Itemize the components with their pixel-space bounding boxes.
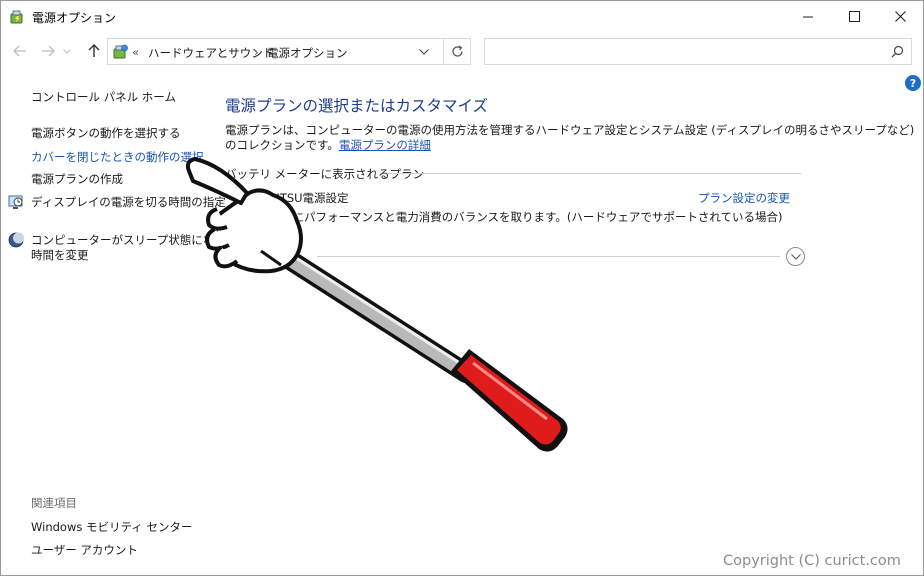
sidebar-item-lid-close[interactable]: カバーを閉じたときの動作の選択: [31, 149, 204, 165]
minimize-button[interactable]: [785, 1, 831, 32]
related-heading: 関連項目: [31, 496, 77, 510]
chevron-down-icon: [419, 49, 429, 55]
search-box[interactable]: [484, 38, 912, 65]
sleep-moon-icon: [8, 232, 24, 248]
page-title: 電源プランの選択またはカスタマイズ: [225, 97, 489, 115]
copyright-watermark: Copyright (C) curict.com: [723, 553, 901, 569]
related-mobility-center[interactable]: Windows モビリティ センター: [31, 519, 192, 535]
arrow-right-icon: [42, 45, 55, 57]
arrow-up-icon: [88, 44, 100, 57]
control-panel-icon: [113, 44, 128, 59]
power-options-icon: [10, 10, 23, 24]
minimize-icon: [802, 16, 813, 18]
help-button[interactable]: ?: [905, 75, 921, 91]
control-panel-window: 電源オプション « ハードウェアとサウンド › 電源オプション ? コントロール…: [0, 0, 924, 576]
breadcrumb-overflow[interactable]: «: [132, 45, 139, 59]
up-button[interactable]: [84, 41, 104, 61]
title-bar: 電源オプション: [1, 1, 923, 32]
breadcrumb-power-options[interactable]: 電源オプション: [267, 45, 348, 61]
address-dropdown-button[interactable]: [413, 43, 435, 61]
search-input[interactable]: [491, 43, 871, 61]
refresh-button[interactable]: [443, 39, 470, 64]
recent-locations-button[interactable]: [61, 41, 73, 61]
change-plan-settings-link[interactable]: プラン設定の変更: [698, 190, 790, 206]
sidebar-item-sleep-time-line2[interactable]: 時間を変更: [31, 247, 89, 263]
search-icon: [891, 45, 904, 58]
back-button[interactable]: [10, 41, 30, 61]
page-description: 電源プランは、コンピューターの電源の使用方法を管理するハードウェア設定とシステム…: [225, 123, 915, 137]
arrow-left-icon: [13, 45, 26, 57]
close-icon: [894, 11, 906, 22]
address-bar[interactable]: « ハードウェアとサウンド › 電源オプション: [107, 38, 471, 65]
forward-button[interactable]: [38, 41, 58, 61]
chevron-down-icon: [63, 48, 71, 54]
description-text: のコレクションです。: [225, 138, 339, 152]
refresh-icon: [451, 45, 463, 57]
sidebar-item-power-button[interactable]: 電源ボタンの動作を選択する: [31, 125, 181, 141]
window-title: 電源オプション: [32, 11, 117, 25]
power-plan-details-link[interactable]: 電源プランの詳細: [339, 138, 431, 152]
maximize-button[interactable]: [831, 1, 877, 32]
pointing-hand-icon: [185, 157, 568, 452]
expand-plans-button[interactable]: [786, 247, 805, 266]
maximize-icon: [848, 11, 860, 22]
breadcrumb-separator[interactable]: ›: [254, 45, 259, 59]
sidebar-item-create-plan[interactable]: 電源プランの作成: [31, 171, 123, 187]
related-user-accounts[interactable]: ユーザー アカウント: [31, 542, 138, 558]
sidebar-control-panel-home[interactable]: コントロール パネル ホーム: [31, 89, 176, 105]
display-timer-icon: [8, 195, 23, 209]
chevron-down-icon: [790, 253, 801, 260]
close-button[interactable]: [877, 1, 923, 32]
